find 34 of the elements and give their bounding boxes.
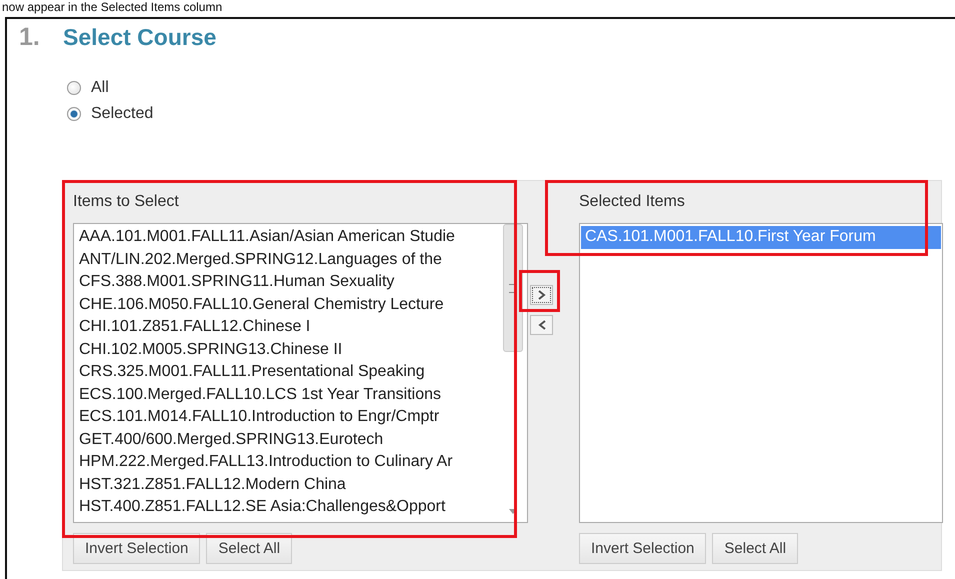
- chevron-icon: [538, 320, 546, 330]
- list-button[interactable]: Invert Selection: [579, 533, 706, 564]
- list-item[interactable]: ECS.100.Merged.FALL10.LCS 1st Year Transitions: [75, 384, 502, 406]
- list-item[interactable]: HST.400.Z851.FALL12.SE Asia:Challenges&Opport: [75, 496, 502, 518]
- section-title: Select Course: [63, 24, 216, 51]
- radio-label: All: [91, 79, 109, 97]
- list-item[interactable]: AAA.101.M001.FALL11.Asian/Asian American Studie: [75, 226, 502, 248]
- list-item[interactable]: CHI.101.Z851.FALL12.Chinese I: [75, 316, 502, 338]
- move-button[interactable]: [530, 315, 553, 335]
- list-item[interactable]: CHI.102.M005.SPRING13.Chinese II: [75, 338, 502, 361]
- list-button[interactable]: Select All: [206, 533, 292, 564]
- list-item[interactable]: HST.321.Z851.FALL12.Modern China: [75, 474, 502, 496]
- list-button[interactable]: Invert Selection: [73, 533, 200, 564]
- list-item[interactable]: CHE.106.M050.FALL10.General Chemistry Lecture: [75, 294, 502, 316]
- move-button[interactable]: [530, 285, 553, 305]
- list-button[interactable]: Select All: [712, 533, 798, 564]
- list-title: Selected Items: [579, 193, 686, 212]
- highlight-frame: [519, 270, 560, 312]
- list-item[interactable]: CRS.325.M001.FALL11.Presentational Speaking: [75, 361, 502, 384]
- list-item[interactable]: HPM.222.Merged.FALL13.Introduction to Culinary Ar: [75, 451, 502, 474]
- caption-text: now appear in the Selected Items column: [2, 0, 224, 14]
- list-item[interactable]: ANT/LIN.202.Merged.SPRING12.Languages of the: [75, 248, 502, 271]
- list-item[interactable]: GET.400/600.Merged.SPRING13.Eurotech: [75, 428, 502, 451]
- list-item[interactable]: ECS.101.M014.FALL10.Introduction to Engr/Cmptr: [75, 406, 502, 428]
- list-title: Items to Select: [73, 193, 180, 212]
- grip-icon: [509, 284, 517, 292]
- chevron-icon: [538, 290, 546, 300]
- step-number: 1.: [19, 23, 41, 52]
- list-box[interactable]: [73, 223, 528, 523]
- scroll-down-icon[interactable]: [509, 509, 517, 515]
- radio-button[interactable]: [67, 81, 81, 95]
- list-item[interactable]: CFS.388.M001.SPRING11.Human Sexuality: [75, 271, 502, 294]
- radio-button[interactable]: [67, 107, 81, 121]
- radio-label: Selected: [91, 105, 154, 123]
